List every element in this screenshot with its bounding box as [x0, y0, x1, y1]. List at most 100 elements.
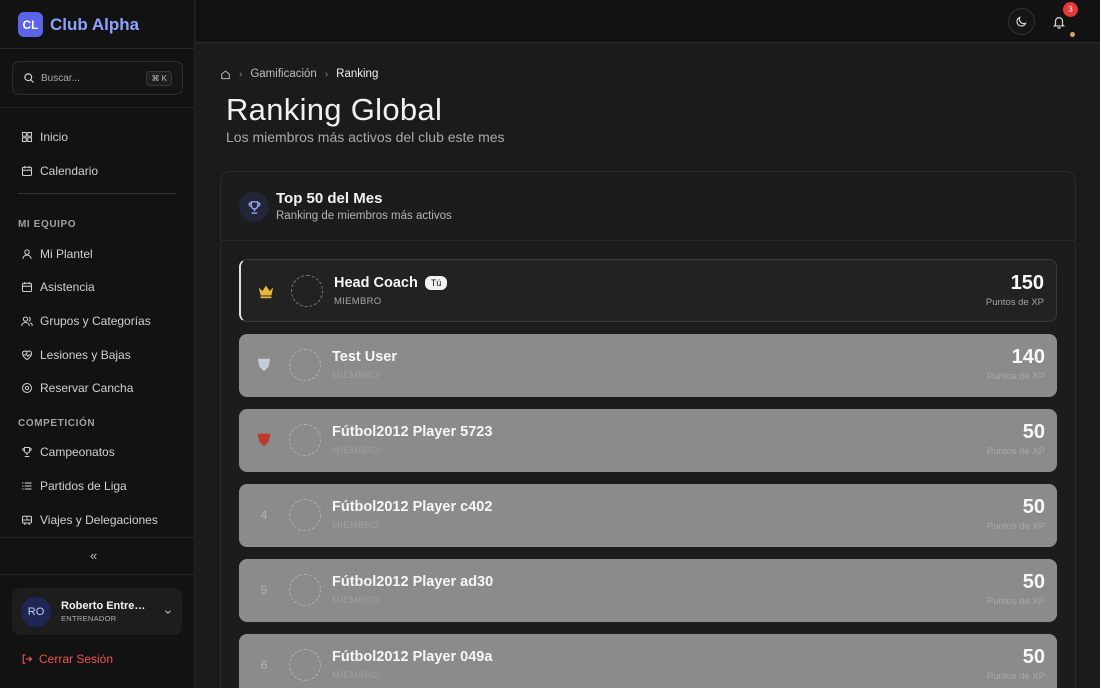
sidebar-item-lesiones[interactable]: Lesiones y Bajas	[21, 347, 131, 363]
bus-icon	[21, 515, 33, 525]
sidebar-item-label: Reservar Cancha	[40, 381, 134, 395]
user-icon	[22, 249, 32, 259]
logout-icon	[22, 654, 33, 664]
sidebar-item-label: Viajes y Delegaciones	[40, 513, 158, 527]
breadcrumb: › Gamificación › Ranking	[220, 68, 378, 80]
status-dot	[1070, 32, 1075, 37]
member-name: Fútbol2012 Player 049a	[332, 649, 493, 665]
sidebar-item-label: Partidos de Liga	[40, 479, 127, 493]
notification-count-badge: 3	[1063, 2, 1078, 17]
topbar: 3	[196, 0, 1100, 43]
divider	[0, 574, 195, 575]
calendar-check-icon	[21, 282, 33, 293]
xp-label: Puntos de XP	[986, 671, 1045, 682]
sidebar-item-calendario[interactable]: Calendario	[21, 163, 98, 179]
chevron-down-icon	[165, 609, 171, 614]
user-role: ENTRENADOR	[61, 614, 117, 623]
member-role: MIEMBRO	[332, 445, 380, 456]
ranking-row[interactable]: Fútbol2012 Player 5723 MIEMBRO 50 Puntos…	[239, 409, 1057, 472]
divider	[221, 240, 1075, 241]
bell-icon	[1052, 16, 1065, 29]
divider	[0, 537, 195, 538]
member-role: MIEMBRO	[334, 296, 382, 307]
rank-3	[249, 425, 279, 455]
brand-logo: CL	[18, 12, 43, 37]
logout-button[interactable]: Cerrar Sesión	[21, 652, 113, 666]
heart-pulse-icon	[21, 350, 33, 361]
sidebar-item-viajes[interactable]: Viajes y Delegaciones	[21, 512, 158, 528]
rank-number: 6	[260, 658, 268, 672]
collapse-sidebar-button[interactable]: «	[90, 548, 97, 563]
search-input[interactable]: Buscar... ⌘ K	[12, 61, 183, 95]
xp-label: Puntos de XP	[985, 297, 1044, 308]
xp-label: Puntos de XP	[986, 371, 1045, 382]
sidebar-item-label: Lesiones y Bajas	[40, 348, 131, 362]
brand-name: Club Alpha	[50, 14, 140, 34]
user-info: Roberto Entrenador ENTRENADOR	[61, 600, 159, 623]
search-placeholder: Buscar...	[41, 72, 80, 84]
xp-value: 150	[1010, 272, 1044, 294]
rank-number: 5	[260, 583, 268, 597]
ranking-card: Top 50 del Mes Ranking de miembros más a…	[220, 171, 1076, 688]
xp-label: Puntos de XP	[986, 596, 1045, 607]
ranking-row[interactable]: Test User MIEMBRO 140 Puntos de XP	[239, 334, 1057, 397]
sidebar-item-label: Inicio	[40, 130, 69, 144]
trophy-icon	[22, 446, 32, 458]
sidebar-item-campeonatos[interactable]: Campeonatos	[21, 444, 115, 460]
sidebar-item-label: Mi Plantel	[40, 247, 93, 261]
member-role: MIEMBRO	[332, 370, 380, 381]
sidebar-item-label: Asistencia	[40, 280, 95, 294]
avatar: RO	[21, 596, 51, 627]
xp-value: 50	[1022, 421, 1045, 443]
ranking-row[interactable]: 5 Fútbol2012 Player ad30 MIEMBRO 50 Punt…	[239, 559, 1057, 622]
ranking-row[interactable]: 6 Fútbol2012 Player 049a MIEMBRO 50 Punt…	[239, 634, 1057, 688]
xp-label: Puntos de XP	[986, 446, 1045, 457]
card-title: Top 50 del Mes	[276, 190, 383, 207]
sidebar-item-inicio[interactable]: Inicio	[21, 129, 68, 145]
app-root: CL Club Alpha Buscar... ⌘ K Inicio Calen…	[0, 0, 1100, 688]
sidebar-item-partidos-liga[interactable]: Partidos de Liga	[21, 478, 127, 494]
list-icon	[22, 482, 32, 490]
bronze-medal-icon	[257, 433, 271, 447]
target-icon	[21, 382, 33, 394]
sidebar-item-reservar-cancha[interactable]: Reservar Cancha	[21, 380, 133, 396]
home-icon[interactable]	[220, 69, 231, 80]
you-badge: Tú	[424, 276, 448, 290]
xp-value: 140	[1011, 346, 1045, 368]
grid-icon	[21, 131, 33, 143]
shortcut-badge: ⌘ K	[146, 70, 172, 86]
brand[interactable]: CL Club Alpha	[18, 12, 139, 37]
trophy-icon	[248, 200, 260, 214]
xp-value: 50	[1022, 646, 1045, 668]
sidebar-item-label: Campeonatos	[40, 445, 115, 459]
divider	[18, 193, 176, 194]
user-menu[interactable]: RO Roberto Entrenador ENTRENADOR	[12, 588, 182, 635]
chevron-right-icon: ›	[239, 68, 243, 80]
member-name: Fútbol2012 Player c402	[332, 499, 493, 515]
rank-2	[249, 350, 279, 380]
member-name-row: Head Coach Tú	[334, 275, 448, 291]
avatar	[289, 349, 321, 381]
xp-value: 50	[1022, 571, 1045, 593]
sidebar-item-grupos[interactable]: Grupos y Categorías	[21, 313, 151, 329]
logout-label: Cerrar Sesión	[39, 652, 114, 666]
member-role: MIEMBRO	[332, 520, 380, 531]
card-subtitle: Ranking de miembros más activos	[276, 210, 452, 222]
theme-toggle-button[interactable]	[1008, 8, 1035, 35]
ranking-row[interactable]: 4 Fútbol2012 Player c402 MIEMBRO 50 Punt…	[239, 484, 1057, 547]
breadcrumb-parent[interactable]: Gamificación	[250, 68, 316, 80]
member-name: Fútbol2012 Player ad30	[332, 574, 494, 590]
member-role: MIEMBRO	[332, 670, 380, 681]
calendar-icon	[21, 166, 33, 177]
section-title-competicion: COMPETICIÓN	[18, 418, 96, 429]
avatar	[291, 275, 323, 307]
sidebar-item-asistencia[interactable]: Asistencia	[21, 279, 95, 295]
sidebar-item-label: Grupos y Categorías	[40, 314, 151, 328]
crown-icon	[258, 285, 274, 299]
avatar	[289, 649, 321, 681]
sidebar-item-mi-plantel[interactable]: Mi Plantel	[21, 246, 93, 262]
ranking-row[interactable]: Head Coach Tú MIEMBRO 150 Puntos de XP	[239, 259, 1057, 322]
avatar	[289, 424, 321, 456]
users-icon	[21, 316, 33, 326]
rank-1	[251, 276, 281, 306]
